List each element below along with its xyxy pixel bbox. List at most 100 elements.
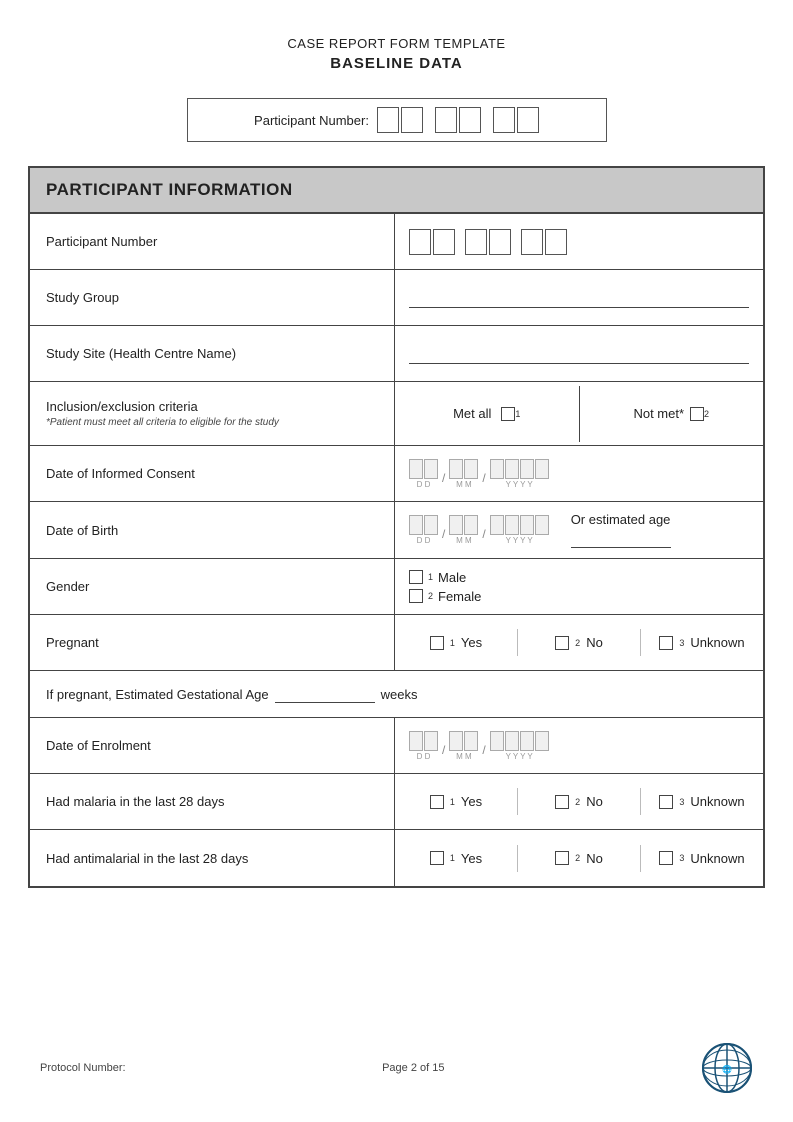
birth-yyyy-3[interactable] — [520, 515, 534, 535]
pn-digit-3[interactable] — [465, 229, 487, 255]
antimalarial-unknown-checkbox[interactable] — [659, 851, 673, 865]
birth-mm-2[interactable] — [464, 515, 478, 535]
male-label: Male — [438, 570, 466, 585]
female-checkbox[interactable] — [409, 589, 423, 603]
pregnant-unknown: 3 Unknown — [641, 629, 763, 656]
date-enrolment-field[interactable]: D D / M M / — [409, 731, 549, 761]
content-gender: 1 Male 2 Female — [395, 559, 763, 614]
dd-digit-2[interactable] — [424, 459, 438, 479]
birth-dd-2[interactable] — [424, 515, 438, 535]
malaria-unknown-checkbox[interactable] — [659, 795, 673, 809]
enrol-mm-block: M M — [449, 731, 478, 761]
row-gender: Gender 1 Male 2 Female — [30, 559, 763, 615]
enrol-dd-block: D D — [409, 731, 438, 761]
yyyy-digit-3[interactable] — [520, 459, 534, 479]
date-yyyy-block: Y Y Y Y — [490, 459, 549, 489]
protocol-number: Protocol Number: — [40, 1062, 126, 1074]
met-all-checkbox[interactable] — [501, 407, 515, 421]
birth-yyyy-1[interactable] — [490, 515, 504, 535]
enrol-dd-2[interactable] — [424, 731, 438, 751]
pregnant-yes-checkbox[interactable] — [430, 636, 444, 650]
yyyy-digit-2[interactable] — [505, 459, 519, 479]
mm-digit-1[interactable] — [449, 459, 463, 479]
pregnant-unknown-checkbox[interactable] — [659, 636, 673, 650]
pregnant-yes: 1 Yes — [395, 629, 518, 656]
pn-digit-2[interactable] — [433, 229, 455, 255]
label-inclusion-exclusion: Inclusion/exclusion criteria *Patient mu… — [30, 382, 395, 445]
top-digit-6[interactable] — [517, 107, 539, 133]
enrol-mm-1[interactable] — [449, 731, 463, 751]
content-participant-number — [395, 214, 763, 269]
birth-mm-1[interactable] — [449, 515, 463, 535]
main-table: PARTICIPANT INFORMATION Participant Numb… — [28, 166, 765, 888]
pn-digit-1[interactable] — [409, 229, 431, 255]
pregnant-no-label: No — [586, 635, 603, 650]
top-participant-label: Participant Number: — [254, 113, 369, 128]
gender-male: 1 Male — [409, 570, 481, 585]
row-had-antimalarial: Had antimalarial in the last 28 days 1 Y… — [30, 830, 763, 886]
pn-digit-5[interactable] — [521, 229, 543, 255]
row-participant-number: Participant Number — [30, 214, 763, 270]
top-digit-2[interactable] — [401, 107, 423, 133]
row-study-site: Study Site (Health Centre Name) — [30, 326, 763, 382]
date-mm-block: M M — [449, 459, 478, 489]
row-date-enrolment: Date of Enrolment D D / M M — [30, 718, 763, 774]
malaria-yes-checkbox[interactable] — [430, 795, 444, 809]
yyyy-digit-1[interactable] — [490, 459, 504, 479]
antimalarial-no-label: No — [586, 851, 603, 866]
enrol-mm-2[interactable] — [464, 731, 478, 751]
top-digit-1[interactable] — [377, 107, 399, 133]
study-group-input[interactable] — [409, 288, 749, 308]
row-had-malaria: Had malaria in the last 28 days 1 Yes 2 … — [30, 774, 763, 830]
not-met-section: Not met* 2 — [580, 396, 764, 431]
label-study-site: Study Site (Health Centre Name) — [30, 326, 395, 381]
date-informed-consent-field[interactable]: D D / M M / — [409, 459, 549, 489]
malaria-unknown: 3 Unknown — [641, 788, 763, 815]
estimated-age-input[interactable] — [571, 530, 671, 548]
yyyy-digit-4[interactable] — [535, 459, 549, 479]
enrol-yyyy-1[interactable] — [490, 731, 504, 751]
top-digit-boxes — [377, 107, 539, 133]
footer-logo: 🌐 — [701, 1042, 753, 1094]
gestational-suffix: weeks — [381, 687, 418, 702]
pn-digit-4[interactable] — [489, 229, 511, 255]
antimalarial-yes: 1 Yes — [395, 845, 518, 872]
page-info: Page 2 of 15 — [382, 1062, 444, 1074]
antimalarial-unknown: 3 Unknown — [641, 845, 763, 872]
top-digit-5[interactable] — [493, 107, 515, 133]
birth-dd-1[interactable] — [409, 515, 423, 535]
content-date-informed-consent: D D / M M / — [395, 446, 763, 501]
gestational-input[interactable] — [275, 685, 375, 703]
not-met-checkbox[interactable] — [690, 407, 704, 421]
enrol-yyyy-block: Y Y Y Y — [490, 731, 549, 761]
page-footer: Protocol Number: Page 2 of 15 🌐 — [0, 1042, 793, 1094]
mm-digit-2[interactable] — [464, 459, 478, 479]
enrol-dd-1[interactable] — [409, 731, 423, 751]
pregnant-options: 1 Yes 2 No 3 Unknown — [395, 629, 763, 656]
dd-digit-1[interactable] — [409, 459, 423, 479]
top-digit-4[interactable] — [459, 107, 481, 133]
date-birth-field[interactable]: D D / M M / — [409, 515, 549, 545]
top-digit-3[interactable] — [435, 107, 457, 133]
row-date-of-birth: Date of Birth D D / M M — [30, 502, 763, 559]
enrol-yyyy-3[interactable] — [520, 731, 534, 751]
page-title: CASE REPORT FORM TEMPLATE — [0, 36, 793, 51]
pregnant-no-checkbox[interactable] — [555, 636, 569, 650]
male-checkbox[interactable] — [409, 570, 423, 584]
label-date-of-birth: Date of Birth — [30, 502, 395, 558]
pn-digit-6[interactable] — [545, 229, 567, 255]
birth-yyyy-2[interactable] — [505, 515, 519, 535]
antimalarial-yes-label: Yes — [461, 851, 482, 866]
antimalarial-no-checkbox[interactable] — [555, 851, 569, 865]
birth-yyyy-4[interactable] — [535, 515, 549, 535]
page-subtitle: BASELINE DATA — [0, 55, 793, 72]
malaria-no-checkbox[interactable] — [555, 795, 569, 809]
antimalarial-yes-checkbox[interactable] — [430, 851, 444, 865]
antimalarial-options: 1 Yes 2 No 3 Unknown — [395, 845, 763, 872]
content-date-of-birth: D D / M M / — [395, 502, 763, 558]
enrol-yyyy-4[interactable] — [535, 731, 549, 751]
enrol-yyyy-2[interactable] — [505, 731, 519, 751]
study-site-input[interactable] — [409, 344, 749, 364]
content-date-enrolment: D D / M M / — [395, 718, 763, 773]
birth-dd-block: D D — [409, 515, 438, 545]
